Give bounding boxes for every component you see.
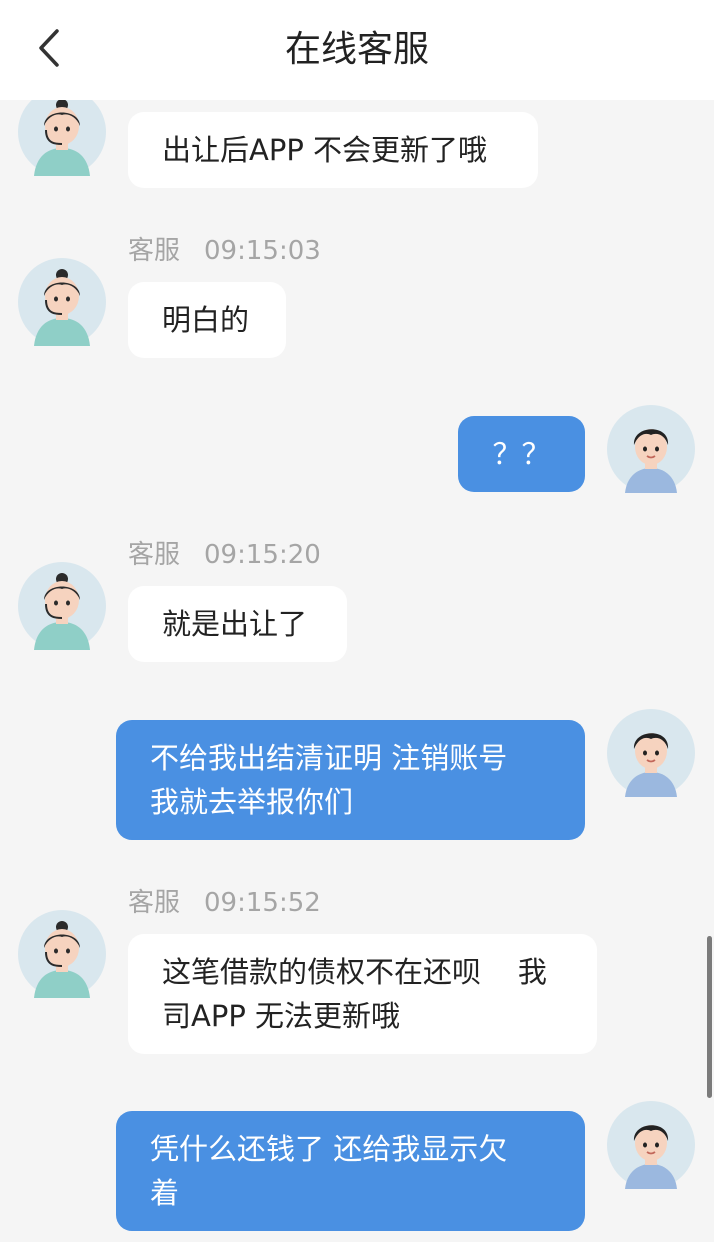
- scrollbar[interactable]: [707, 936, 712, 1098]
- message-bubble-incoming[interactable]: 这笔借款的债权不在还呗 我 司APP 无法更新哦: [128, 934, 597, 1054]
- message-time: 09:15:20: [204, 540, 321, 570]
- agent-avatar: [18, 910, 106, 998]
- agent-avatar: [18, 562, 106, 650]
- message-bubble-outgoing[interactable]: ？？: [458, 416, 585, 492]
- user-avatar: [607, 405, 695, 493]
- message-time: 09:15:52: [204, 888, 321, 918]
- sender-name: 客服: [128, 540, 181, 570]
- message-meta: 客服 09:15:52: [128, 886, 321, 920]
- message-time: 09:15:03: [204, 236, 321, 266]
- sender-name: 客服: [128, 236, 181, 266]
- user-avatar: [607, 709, 695, 797]
- agent-avatar: [18, 258, 106, 346]
- agent-avatar: [18, 88, 106, 176]
- user-avatar: [607, 1101, 695, 1189]
- message-meta: 客服 09:15:03: [128, 234, 321, 268]
- message-bubble-incoming[interactable]: 明白的: [128, 282, 286, 358]
- top-nav-bar: 在线客服: [0, 0, 714, 100]
- page-title: 在线客服: [284, 29, 429, 70]
- message-bubble-outgoing[interactable]: 不给我出结清证明 注销账号 我就去举报你们: [116, 720, 585, 840]
- message-bubble-incoming[interactable]: 就是出让了: [128, 586, 347, 662]
- chat-messages[interactable]: 出让后APP 不会更新了哦 客服 09:15:03 明白的 ？？ 客服 09:1…: [0, 0, 714, 1242]
- message-bubble-incoming[interactable]: 出让后APP 不会更新了哦: [128, 112, 538, 188]
- message-bubble-outgoing[interactable]: 凭什么还钱了 还给我显示欠 着: [116, 1111, 585, 1231]
- sender-name: 客服: [128, 888, 181, 918]
- message-meta: 客服 09:15:20: [128, 538, 321, 572]
